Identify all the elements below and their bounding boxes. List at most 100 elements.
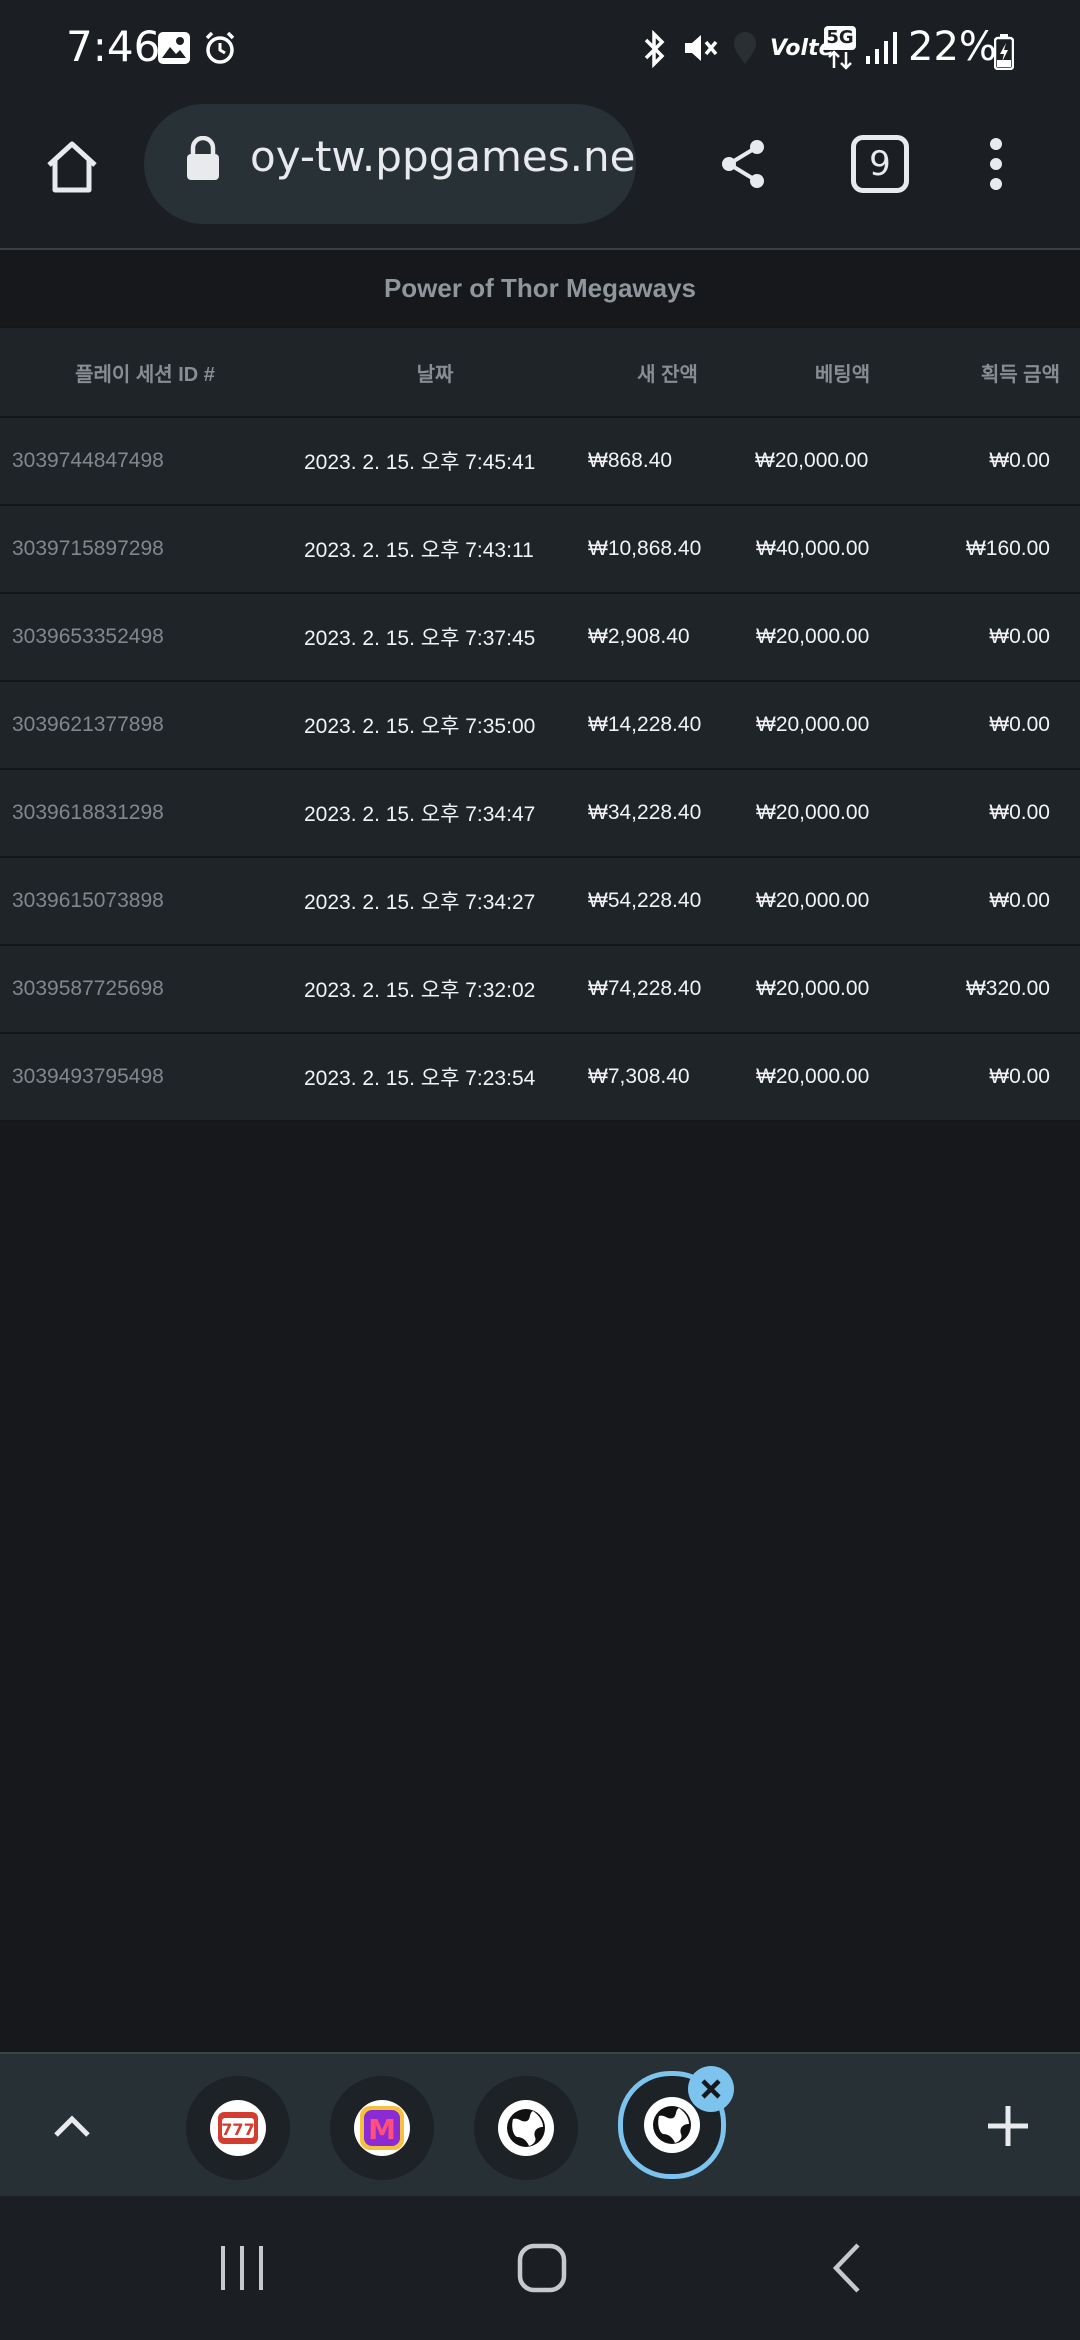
session-id: 3039615073898 — [0, 857, 290, 946]
session-bet: ₩20,000.00 — [755, 1033, 930, 1122]
tab-thumb-2[interactable]: M — [330, 2076, 434, 2180]
battery-percent: 22% — [908, 24, 997, 70]
home-icon — [47, 141, 97, 193]
m-logo-icon: M — [354, 2100, 410, 2156]
session-date: 2023. 2. 15. 오후 7:34:47 — [290, 769, 580, 858]
session-date: 2023. 2. 15. 오후 7:34:27 — [290, 857, 580, 946]
table-row[interactable]: 3039493795498 2023. 2. 15. 오후 7:23:54 ₩7… — [0, 1033, 1080, 1122]
session-win: ₩160.00 — [930, 505, 1080, 594]
more-menu-button[interactable] — [972, 128, 1020, 200]
history-content: Power of Thor Megaways 플레이 세션 ID # 날짜 새 … — [0, 250, 1080, 1122]
recent-apps-icon — [221, 2246, 263, 2290]
battery-charging-icon — [993, 34, 1015, 75]
back-button[interactable] — [816, 2236, 880, 2300]
home-circle-icon — [517, 2243, 567, 2293]
status-bar: 7:46 Volte 5G 22% — [0, 0, 1080, 100]
session-bet: ₩20,000.00 — [755, 945, 930, 1034]
session-id: 3039493795498 — [0, 1033, 290, 1122]
session-id: 3039715897298 — [0, 505, 290, 594]
m-logo-label: M — [368, 2113, 396, 2146]
session-bet: ₩20,000.00 — [755, 593, 930, 682]
mute-icon — [682, 30, 720, 71]
share-icon — [722, 140, 764, 188]
share-button[interactable] — [708, 128, 780, 200]
session-balance: ₩7,308.40 — [580, 1033, 755, 1122]
session-balance: ₩10,868.40 — [580, 505, 755, 594]
table-row[interactable]: 3039587725698 2023. 2. 15. 오후 7:32:02 ₩7… — [0, 945, 1080, 1034]
session-win: ₩0.00 — [930, 857, 1080, 946]
table-row[interactable]: 3039618831298 2023. 2. 15. 오후 7:34:47 ₩3… — [0, 769, 1080, 858]
back-icon — [832, 2243, 860, 2293]
session-balance: ₩868.40 — [580, 417, 755, 506]
session-date: 2023. 2. 15. 오후 7:32:02 — [290, 945, 580, 1034]
session-balance: ₩54,228.40 — [580, 857, 755, 946]
session-id: 3039744847498 — [0, 417, 290, 506]
bet-history-table: 플레이 세션 ID # 날짜 새 잔액 베팅액 획득 금액 3039744847… — [0, 326, 1080, 1122]
new-tab-button[interactable] — [972, 2090, 1044, 2162]
system-nav-bar — [0, 2196, 1080, 2340]
svg-text:777: 777 — [221, 2120, 254, 2139]
globe-icon — [644, 2097, 700, 2153]
chevron-up-icon — [54, 2115, 90, 2137]
alarm-icon — [202, 30, 238, 71]
session-bet: ₩20,000.00 — [755, 681, 930, 770]
expand-tabs-button[interactable] — [36, 2090, 108, 2162]
session-win: ₩0.00 — [930, 593, 1080, 682]
session-balance: ₩34,228.40 — [580, 769, 755, 858]
table-row[interactable]: 3039615073898 2023. 2. 15. 오후 7:34:27 ₩5… — [0, 857, 1080, 946]
session-id: 3039587725698 — [0, 945, 290, 1034]
tab-switcher-button[interactable]: 9 — [844, 128, 916, 200]
close-tab-button[interactable] — [688, 2066, 734, 2112]
session-id: 3039618831298 — [0, 769, 290, 858]
location-icon — [730, 30, 760, 71]
5g-label: 5G — [824, 26, 856, 50]
slot-machine-icon: 777 — [210, 2100, 266, 2156]
session-id: 3039653352498 — [0, 593, 290, 682]
session-balance: ₩2,908.40 — [580, 593, 755, 682]
5g-icon: 5G — [824, 26, 856, 75]
address-bar[interactable]: oy-tw.ppgames.net — [144, 104, 636, 224]
session-balance: ₩74,228.40 — [580, 945, 755, 1034]
table-header-row: 플레이 세션 ID # 날짜 새 잔액 베팅액 획득 금액 — [0, 326, 1080, 418]
browser-toolbar: oy-tw.ppgames.net 9 — [0, 100, 1080, 250]
session-bet: ₩40,000.00 — [755, 505, 930, 594]
home-nav-button[interactable] — [510, 2236, 574, 2300]
session-win: ₩320.00 — [930, 945, 1080, 1034]
game-title: Power of Thor Megaways — [383, 273, 697, 303]
globe-icon — [498, 2100, 554, 2156]
home-button[interactable] — [36, 130, 108, 202]
session-id: 3039621377898 — [0, 681, 290, 770]
more-vertical-icon — [990, 138, 1002, 190]
session-date: 2023. 2. 15. 오후 7:43:11 — [290, 505, 580, 594]
tab-thumb-1[interactable]: 777 — [186, 2076, 290, 2180]
recent-apps-button[interactable] — [210, 2236, 274, 2300]
session-bet: ₩20,000.00 — [755, 769, 930, 858]
signal-icon — [864, 30, 900, 71]
column-header-bet: 베팅액 — [755, 326, 930, 418]
gallery-icon — [156, 30, 192, 71]
session-win: ₩0.00 — [930, 769, 1080, 858]
browser-page: 7:46 Volte 5G 22% oy-tw.ppgames.net 9 Po… — [0, 0, 1080, 2340]
lock-icon — [184, 135, 222, 187]
tab-count: 9 — [851, 135, 909, 193]
tab-thumb-3[interactable] — [474, 2076, 578, 2180]
column-header-win: 획득 금액 — [930, 326, 1080, 418]
session-date: 2023. 2. 15. 오후 7:45:41 — [290, 417, 580, 506]
column-header-session-id: 플레이 세션 ID # — [0, 326, 290, 418]
session-win: ₩0.00 — [930, 417, 1080, 506]
column-header-new-balance: 새 잔액 — [580, 326, 755, 418]
session-date: 2023. 2. 15. 오후 7:35:00 — [290, 681, 580, 770]
session-bet: ₩20,000.00 — [755, 417, 930, 506]
bluetooth-icon — [638, 29, 670, 73]
session-bet: ₩20,000.00 — [755, 857, 930, 946]
close-icon — [701, 2079, 721, 2099]
table-row[interactable]: 3039621377898 2023. 2. 15. 오후 7:35:00 ₩1… — [0, 681, 1080, 770]
table-row[interactable]: 3039744847498 2023. 2. 15. 오후 7:45:41 ₩8… — [0, 417, 1080, 506]
table-row[interactable]: 3039653352498 2023. 2. 15. 오후 7:37:45 ₩2… — [0, 593, 1080, 682]
session-date: 2023. 2. 15. 오후 7:37:45 — [290, 593, 580, 682]
session-win: ₩0.00 — [930, 681, 1080, 770]
session-balance: ₩14,228.40 — [580, 681, 755, 770]
plus-icon — [988, 2106, 1028, 2146]
session-date: 2023. 2. 15. 오후 7:23:54 — [290, 1033, 580, 1122]
table-row[interactable]: 3039715897298 2023. 2. 15. 오후 7:43:11 ₩1… — [0, 505, 1080, 594]
